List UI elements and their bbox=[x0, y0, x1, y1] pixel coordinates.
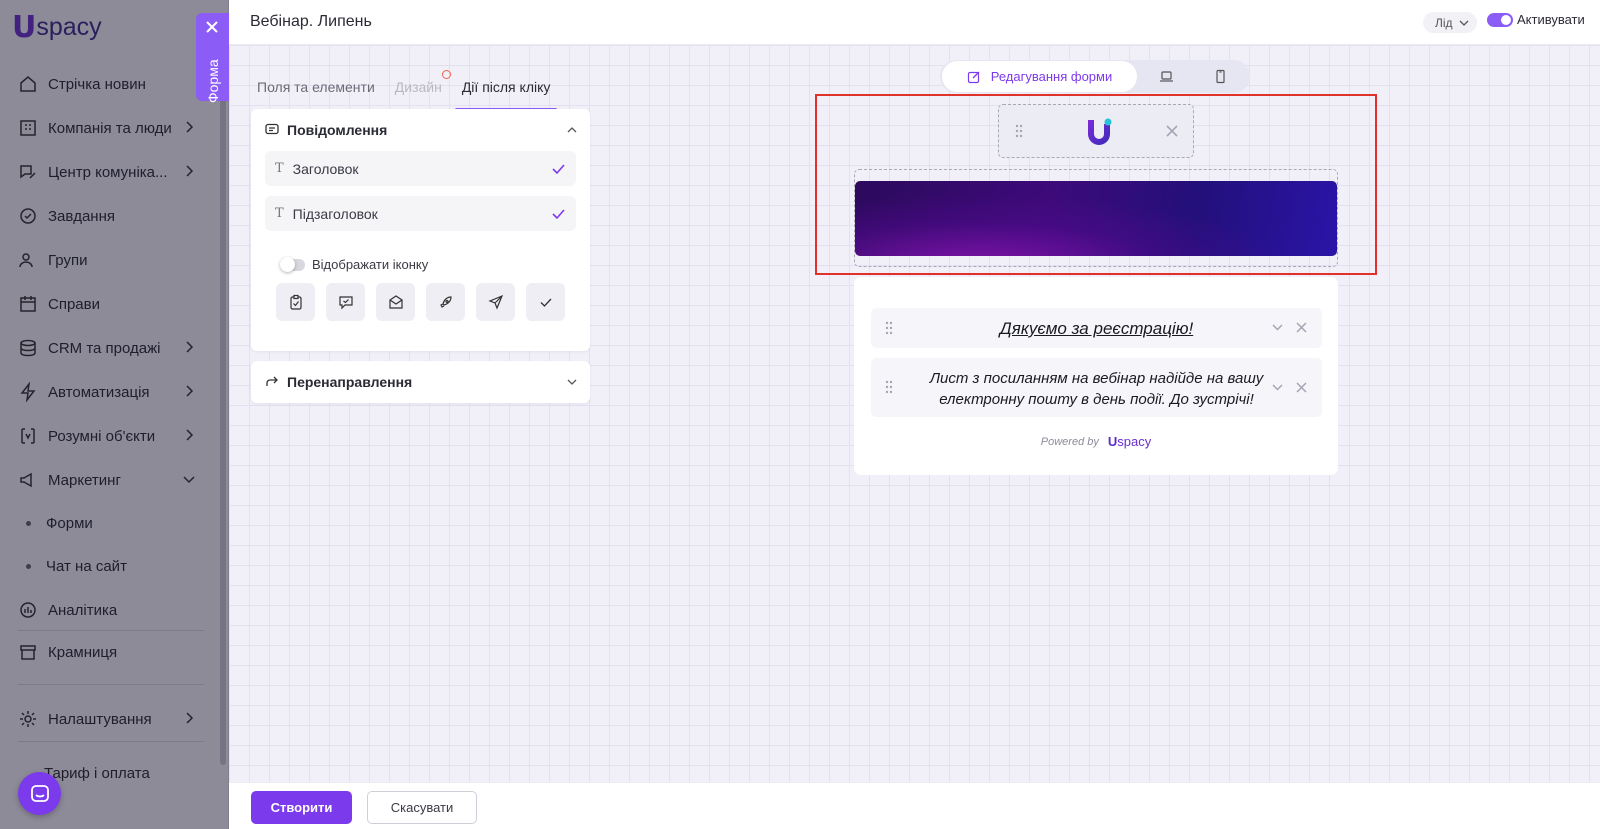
redirect-icon bbox=[266, 376, 278, 386]
tab-fields[interactable]: Поля та елементи bbox=[250, 76, 382, 105]
block-controls bbox=[1271, 321, 1308, 334]
selection-highlight bbox=[815, 94, 1377, 275]
entity-select[interactable]: Лід bbox=[1423, 12, 1477, 33]
tab-label: Поля та елементи bbox=[257, 79, 375, 95]
bottom-action-bar: Створити Скасувати bbox=[229, 782, 1600, 829]
form-panel-label: Форма bbox=[205, 59, 221, 103]
thank-you-title: Дякуємо за реєстрацію! bbox=[999, 319, 1194, 338]
close-icon[interactable] bbox=[1295, 321, 1308, 334]
activate-label: Активувати bbox=[1517, 12, 1585, 27]
cancel-button[interactable]: Скасувати bbox=[367, 791, 477, 824]
powered-by-label: Powered by bbox=[1040, 435, 1099, 448]
rocket-icon bbox=[439, 296, 452, 308]
tab-after-click[interactable]: Дії після кліку bbox=[454, 76, 558, 111]
check-icon[interactable] bbox=[551, 161, 566, 176]
thank-you-subtitle: Лист з посиланням на вебінар надійде на … bbox=[929, 370, 1264, 408]
icon-option[interactable] bbox=[476, 283, 515, 321]
tab-label: Дії після кліку bbox=[461, 79, 551, 95]
entity-select-value: Лід bbox=[1435, 15, 1453, 30]
powered-by-logo[interactable]: Uspacy bbox=[1108, 434, 1151, 449]
block-controls bbox=[1271, 381, 1308, 394]
support-chat-button[interactable] bbox=[18, 772, 61, 815]
close-icon[interactable] bbox=[1295, 381, 1308, 394]
subtitle-row[interactable]: T Підзаголовок bbox=[265, 196, 576, 231]
mail-open-icon bbox=[388, 295, 403, 309]
icon-option[interactable] bbox=[426, 283, 465, 321]
clipboard-check-icon bbox=[289, 294, 302, 310]
chat-check-icon bbox=[338, 296, 353, 310]
chevron-down-icon[interactable] bbox=[1271, 381, 1284, 394]
section-title: Перенаправлення bbox=[287, 374, 413, 390]
row-label: Заголовок bbox=[292, 160, 359, 177]
check-icon[interactable] bbox=[551, 206, 566, 221]
send-icon bbox=[487, 294, 503, 310]
icon-option[interactable] bbox=[526, 283, 565, 321]
tab-label: Дизайн bbox=[394, 79, 442, 95]
icon-options bbox=[276, 283, 590, 321]
powered-by: Powered by Uspacy bbox=[854, 434, 1338, 449]
thank-you-title-block[interactable]: Дякуємо за реєстрацію! bbox=[871, 308, 1322, 348]
page-title: Вебінар. Липень bbox=[250, 13, 372, 30]
thank-you-card: Дякуємо за реєстрацію! Лист з посиланням… bbox=[854, 277, 1338, 475]
title-row[interactable]: T Заголовок bbox=[265, 151, 576, 186]
icon-option[interactable] bbox=[276, 283, 315, 321]
text-type-icon: T bbox=[275, 206, 284, 221]
chevron-down-icon bbox=[1459, 20, 1469, 26]
drag-handle-icon[interactable] bbox=[885, 380, 893, 394]
edit-form-mode-label: Редагування форми bbox=[990, 69, 1113, 84]
create-button[interactable]: Створити bbox=[251, 791, 352, 824]
sidebar-dim-overlay[interactable] bbox=[0, 0, 229, 829]
tab-design[interactable]: Дизайн bbox=[388, 70, 451, 105]
toggle-switch[interactable] bbox=[1487, 12, 1513, 27]
show-icon-label: Відображати іконку bbox=[312, 257, 429, 272]
section-title: Повідомлення bbox=[287, 122, 388, 138]
close-icon[interactable] bbox=[204, 19, 220, 35]
message-icon bbox=[265, 123, 279, 135]
mobile-icon[interactable] bbox=[1213, 69, 1228, 84]
message-section: Повідомлення T Заголовок T Підзаголовок … bbox=[251, 109, 590, 351]
redirect-section[interactable]: Перенаправлення bbox=[251, 361, 590, 403]
activate-toggle[interactable]: Активувати bbox=[1487, 12, 1585, 27]
edit-form-mode-button[interactable]: Редагування форми bbox=[942, 61, 1137, 92]
settings-tabs: Поля та елементи Дизайн Дії після кліку bbox=[250, 70, 563, 111]
toggle-switch[interactable] bbox=[280, 256, 305, 272]
chevron-down-icon bbox=[567, 379, 577, 385]
chat-icon bbox=[30, 784, 49, 802]
chevron-down-icon[interactable] bbox=[1271, 321, 1284, 334]
check-icon bbox=[540, 298, 551, 307]
icon-option[interactable] bbox=[326, 283, 365, 321]
row-label: Підзаголовок bbox=[292, 205, 378, 222]
top-bar: Вебінар. Липень Лід Активувати bbox=[229, 0, 1600, 45]
message-section-header[interactable]: Повідомлення bbox=[251, 109, 590, 151]
form-panel-tab[interactable]: Форма bbox=[196, 13, 229, 103]
chevron-up-icon bbox=[567, 127, 577, 133]
icon-option[interactable] bbox=[376, 283, 415, 321]
redirect-section-header[interactable]: Перенаправлення bbox=[251, 361, 590, 403]
powered-by-logo-text: spacy bbox=[1117, 434, 1152, 449]
view-mode-switcher: Редагування форми bbox=[940, 60, 1250, 93]
show-icon-toggle[interactable]: Відображати іконку bbox=[280, 256, 590, 272]
text-type-icon: T bbox=[275, 161, 284, 176]
laptop-icon[interactable] bbox=[1159, 69, 1174, 84]
thank-you-subtitle-block[interactable]: Лист з посиланням на вебінар надійде на … bbox=[871, 358, 1322, 417]
alert-icon bbox=[441, 70, 451, 79]
edit-icon bbox=[967, 71, 980, 83]
